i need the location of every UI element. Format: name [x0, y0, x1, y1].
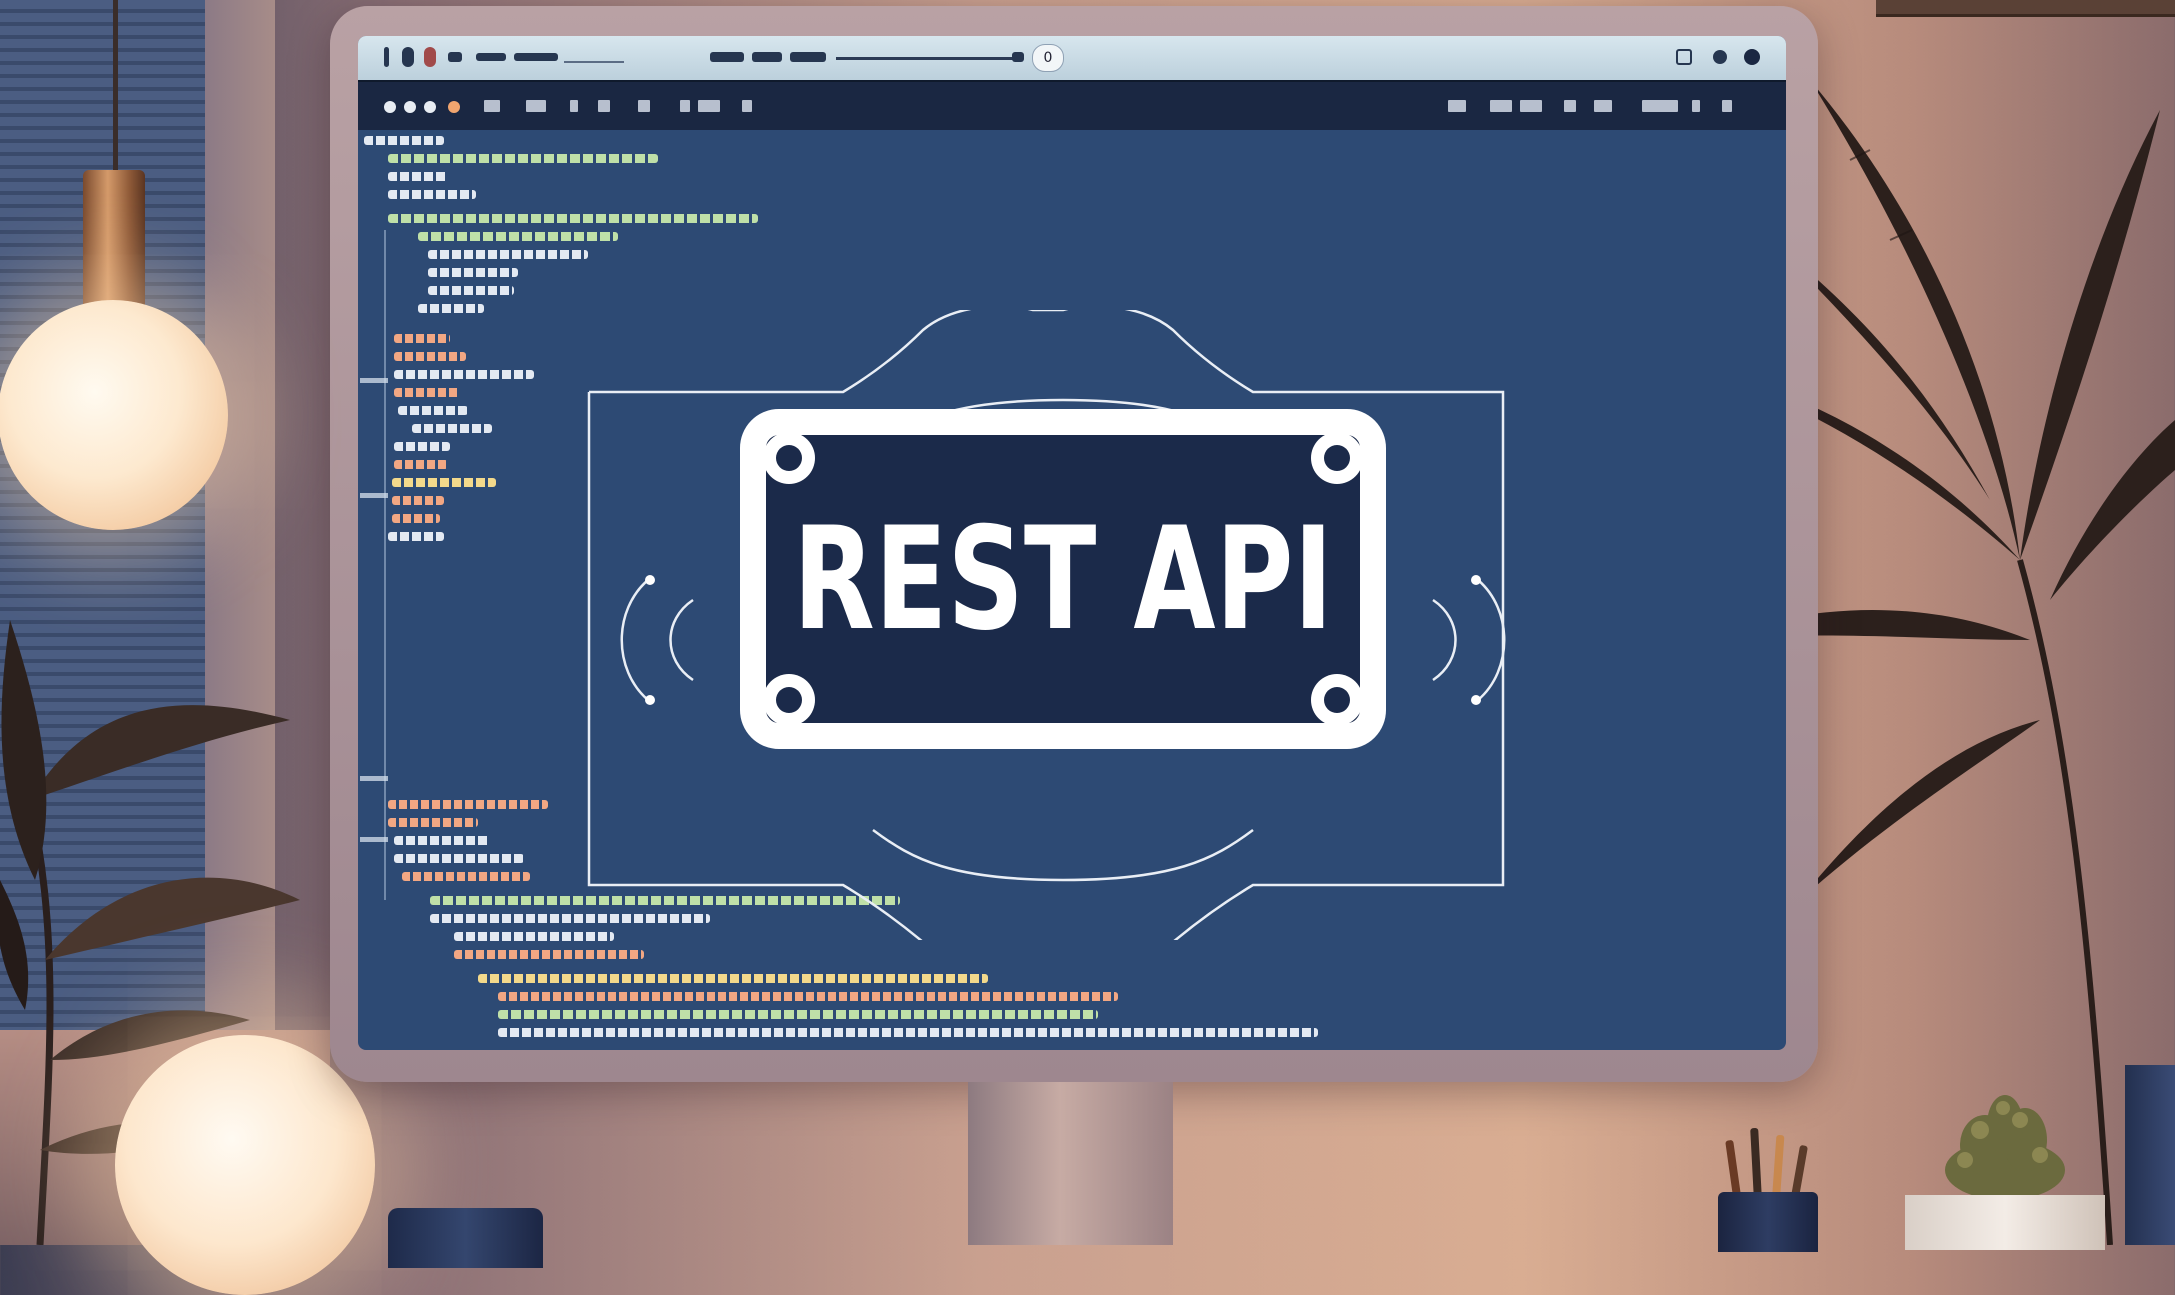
- url-segment: [476, 53, 506, 61]
- menu-item[interactable]: [598, 100, 610, 112]
- monitor-stand: [968, 1082, 1173, 1245]
- menu-item[interactable]: [680, 100, 690, 112]
- gutter-marker: [360, 378, 388, 383]
- window-dot-icon[interactable]: [404, 101, 416, 113]
- url-progress-line: [836, 57, 1014, 60]
- code-line: [498, 992, 1118, 1001]
- rest-api-heading: REST API: [793, 497, 1333, 662]
- refresh-icon[interactable]: [1012, 52, 1024, 62]
- code-line: [498, 1028, 1318, 1037]
- code-line: [388, 532, 444, 541]
- editor-toolbar: [358, 82, 1786, 130]
- pendant-lamp-globe: [0, 300, 228, 530]
- menu-item[interactable]: [742, 100, 752, 112]
- rest-api-badge: REST API: [587, 310, 1506, 940]
- window-dot-icon[interactable]: [424, 101, 436, 113]
- menu-item[interactable]: [1642, 100, 1678, 112]
- code-line: [428, 286, 514, 295]
- code-line: [478, 974, 988, 983]
- pendant-lamp-cap: [83, 170, 145, 310]
- menu-item[interactable]: [1722, 100, 1732, 112]
- floor-lamp-globe: [115, 1035, 375, 1295]
- code-line: [388, 172, 448, 181]
- window-dot-icon[interactable]: [448, 101, 460, 113]
- coffee-mug: [388, 1208, 543, 1268]
- window-dot-icon[interactable]: [384, 101, 396, 113]
- code-line: [388, 190, 476, 199]
- extension-icon[interactable]: [1674, 47, 1694, 67]
- desktop-monitor: 0 REST API: [330, 6, 1818, 1082]
- code-line: [498, 1010, 1098, 1019]
- menu-item[interactable]: [1692, 100, 1700, 112]
- monitor-screen: 0 REST API: [358, 36, 1786, 1050]
- menu-item[interactable]: [698, 100, 720, 112]
- tab-icon[interactable]: [448, 52, 462, 62]
- menu-icon[interactable]: [1742, 47, 1762, 67]
- menu-item[interactable]: [484, 100, 500, 112]
- code-line: [398, 406, 468, 415]
- code-line: [428, 250, 588, 259]
- code-line: [388, 214, 758, 223]
- tab-count-badge[interactable]: 0: [1032, 44, 1064, 72]
- code-line: [394, 854, 524, 863]
- code-line: [388, 800, 548, 809]
- code-line: [388, 818, 478, 827]
- menu-item[interactable]: [1564, 100, 1576, 112]
- browser-back-icon[interactable]: [384, 47, 389, 67]
- plant-pot: [2125, 1065, 2175, 1245]
- url-underline: [564, 61, 624, 63]
- code-line: [402, 872, 530, 881]
- url-segment: [752, 52, 782, 62]
- menu-item[interactable]: [1520, 100, 1542, 112]
- code-line: [394, 460, 448, 469]
- code-line: [392, 496, 444, 505]
- menu-item[interactable]: [570, 100, 578, 112]
- code-line: [418, 304, 484, 313]
- pencil-cup: [1718, 1192, 1818, 1252]
- succulent-plant: [1945, 1095, 2065, 1200]
- code-line: [394, 836, 490, 845]
- gutter-marker: [360, 493, 388, 498]
- pendant-lamp-cord: [113, 0, 118, 180]
- url-segment: [790, 52, 826, 62]
- browser-stop-icon[interactable]: [424, 47, 436, 67]
- editor-gutter: [384, 230, 386, 900]
- picture-frame-edge: [1876, 0, 2175, 17]
- code-line: [388, 154, 658, 163]
- profile-icon[interactable]: [1710, 47, 1730, 67]
- code-line: [394, 442, 450, 451]
- code-line: [418, 232, 618, 241]
- code-line: [364, 136, 444, 145]
- code-line: [454, 950, 644, 959]
- url-segment: [710, 52, 744, 62]
- gutter-marker: [360, 837, 388, 842]
- code-line: [412, 424, 492, 433]
- gutter-marker: [360, 776, 388, 781]
- menu-item[interactable]: [638, 100, 650, 112]
- menu-item[interactable]: [1490, 100, 1512, 112]
- code-line: [394, 334, 450, 343]
- code-line: [392, 514, 440, 523]
- code-line: [392, 478, 496, 487]
- menu-item[interactable]: [1594, 100, 1612, 112]
- browser-reload-icon[interactable]: [402, 47, 414, 67]
- code-line: [394, 352, 466, 361]
- planter-box: [1905, 1195, 2105, 1250]
- browser-address-bar[interactable]: 0: [358, 36, 1786, 82]
- menu-item[interactable]: [526, 100, 546, 112]
- code-line: [394, 388, 460, 397]
- code-line: [394, 370, 534, 379]
- code-editor[interactable]: REST API: [358, 130, 1786, 1050]
- code-line: [428, 268, 518, 277]
- url-segment: [514, 53, 558, 61]
- menu-item[interactable]: [1448, 100, 1466, 112]
